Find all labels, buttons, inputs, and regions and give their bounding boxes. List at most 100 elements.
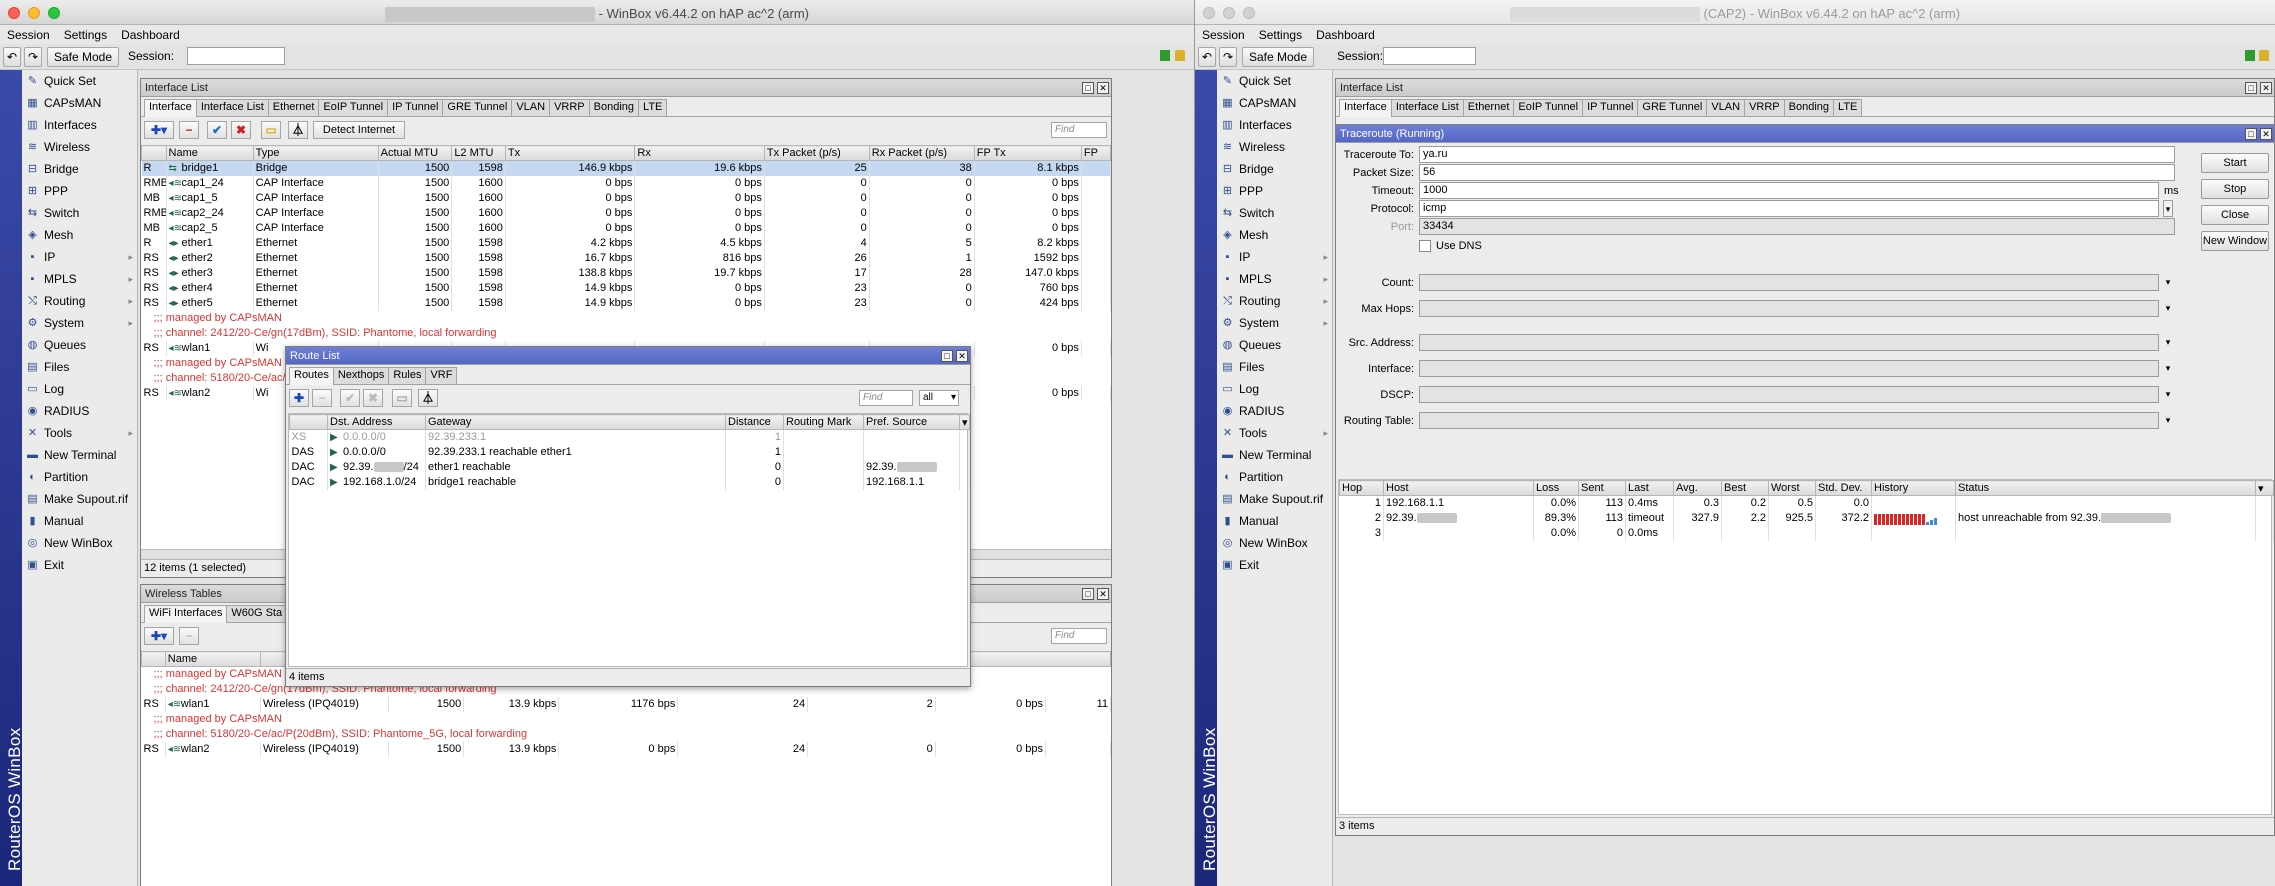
redo-icon[interactable]: ↷ [24, 47, 42, 67]
tab-routes[interactable]: Routes [289, 367, 334, 385]
sidebar-item-wireless[interactable]: ≋ Wireless [1217, 136, 1332, 158]
remove-button[interactable]: − [179, 627, 199, 645]
tab-vrf[interactable]: VRF [425, 367, 458, 384]
column-header[interactable]: Loss [1533, 480, 1579, 496]
sidebar-item-capsman[interactable]: ▦ CAPsMAN [22, 92, 137, 114]
sidebar-item-make-supout-rif[interactable]: ▤ Make Supout.rif [1217, 488, 1332, 510]
maximize-icon[interactable]: □ [1082, 82, 1094, 94]
tab-bonding[interactable]: Bonding [1783, 99, 1835, 116]
tab-interface-list[interactable]: Interface List [195, 99, 269, 116]
find-input[interactable]: Find [1051, 628, 1107, 644]
sidebar-item-quick-set[interactable]: ✎ Quick Set [1217, 70, 1332, 92]
detect-internet-button[interactable]: Detect Internet [313, 121, 405, 139]
sidebar-item-mesh[interactable]: ◈ Mesh [1217, 224, 1332, 246]
filter-icon[interactable]: ⏃ [288, 121, 308, 139]
column-menu-icon[interactable]: ▾ [2255, 480, 2274, 496]
column-header[interactable]: Name [164, 651, 261, 667]
sidebar-item-tools[interactable]: ✕ Tools ▸ [22, 422, 137, 444]
chevron-down-icon[interactable]: ▾ [2163, 200, 2173, 217]
column-header[interactable] [141, 651, 166, 667]
sidebar-item-routing[interactable]: ⤭ Routing ▸ [22, 290, 137, 312]
column-header[interactable]: Host [1383, 480, 1534, 496]
menu-dashboard[interactable]: Dashboard [114, 25, 187, 42]
table-row[interactable]: RS ◂▸ ether4 Ethernet 1500 1598 14.9 kbps 0 bps… [141, 280, 1112, 296]
field-input[interactable]: 33434 [1419, 218, 2175, 235]
tab-nexthops[interactable]: Nexthops [332, 367, 390, 384]
sidebar-item-manual[interactable]: ▮ Manual [1217, 510, 1332, 532]
tab-gre-tunnel[interactable]: GRE Tunnel [442, 99, 513, 116]
remove-button[interactable]: − [179, 121, 199, 139]
route-row[interactable]: DAC▶92.39../24ether1 reachable092.39.. [289, 459, 970, 475]
close-icon[interactable]: ✕ [956, 350, 968, 362]
sidebar-item-new-winbox[interactable]: ◎ New WinBox [22, 532, 137, 554]
maximize-icon[interactable]: □ [2245, 82, 2257, 94]
menu-dashboard[interactable]: Dashboard [1309, 25, 1382, 42]
session-field[interactable] [1383, 47, 1476, 65]
field-input[interactable] [1419, 360, 2159, 377]
disable-icon[interactable]: ✖ [363, 389, 383, 407]
hop-row[interactable]: 292.39..89.3%113timeout327.92.2925.5372.… [1339, 510, 2274, 526]
table-row[interactable]: MB ◂≋cap2_5 CAP Interface 1500 1600 0 bps 0 bp… [141, 220, 1112, 236]
tab-vrrp[interactable]: VRRP [549, 99, 590, 116]
column-header[interactable]: Distance [725, 414, 784, 430]
new-window-button[interactable]: New Window [2201, 231, 2269, 251]
safe-mode-button[interactable]: Safe Mode [47, 47, 119, 67]
column-header[interactable]: Rx [634, 145, 765, 161]
chevron-down-icon[interactable]: ▾ [2163, 274, 2173, 291]
column-header[interactable]: Tx Packet (p/s) [763, 145, 870, 161]
sidebar-item-quick-set[interactable]: ✎ Quick Set [22, 70, 137, 92]
add-icon[interactable]: ✚ [289, 389, 309, 407]
column-header[interactable] [289, 414, 328, 430]
sidebar-item-capsman[interactable]: ▦ CAPsMAN [1217, 92, 1332, 114]
comment-icon[interactable]: ▭ [392, 389, 412, 407]
maximize-icon[interactable]: □ [1082, 588, 1094, 600]
column-header[interactable]: Pref. Source [863, 414, 960, 430]
sidebar-item-make-supout-rif[interactable]: ▤ Make Supout.rif [22, 488, 137, 510]
redo-icon[interactable]: ↷ [1219, 47, 1237, 67]
add-button[interactable]: ✚▾ [144, 121, 174, 139]
sidebar-item-queues[interactable]: ◍ Queues [22, 334, 137, 356]
hop-row[interactable]: 1 192.168.1.1 0.0% 113 0.4ms 0.3 0.2 0.5 0.0 [1339, 495, 2274, 511]
sidebar-item-ip[interactable]: ▪ IP ▸ [22, 246, 137, 268]
sidebar-item-ppp[interactable]: ⊞ PPP [22, 180, 137, 202]
column-header[interactable]: Gateway [425, 414, 726, 430]
field-input[interactable] [1419, 386, 2159, 403]
session-field[interactable] [187, 47, 285, 65]
sidebar-item-wireless[interactable]: ≋ Wireless [22, 136, 137, 158]
column-header[interactable] [141, 145, 167, 161]
column-header[interactable]: Last [1625, 480, 1674, 496]
tab-bonding[interactable]: Bonding [588, 99, 640, 116]
field-input[interactable] [1419, 274, 2159, 291]
sidebar-item-bridge[interactable]: ⊟ Bridge [1217, 158, 1332, 180]
sidebar-item-files[interactable]: ▤ Files [1217, 356, 1332, 378]
comment-button[interactable]: ▭ [261, 121, 281, 139]
field-input[interactable] [1419, 412, 2159, 429]
close-icon[interactable]: ✕ [1097, 588, 1109, 600]
sidebar-item-tools[interactable]: ✕ Tools ▸ [1217, 422, 1332, 444]
tab-interface-list[interactable]: Interface List [1390, 99, 1464, 116]
chevron-down-icon[interactable]: ▾ [2163, 300, 2173, 317]
chevron-down-icon[interactable]: ▾ [2163, 386, 2173, 403]
tab-lte[interactable]: LTE [638, 99, 668, 116]
table-row[interactable]: R ◂▸ ether1 Ethernet 1500 1598 4.2 kbps 4.5 kbp… [141, 235, 1112, 251]
chevron-down-icon[interactable]: ▾ [2163, 334, 2173, 351]
sidebar-item-mpls[interactable]: ▪ MPLS ▸ [1217, 268, 1332, 290]
tab-vlan[interactable]: VLAN [1706, 99, 1746, 116]
tab-rules[interactable]: Rules [388, 367, 427, 384]
add-button[interactable]: ✚▾ [144, 627, 174, 645]
route-row[interactable]: DAC ▶ 192.168.1.0/24 bridge1 reachable 0 192.… [289, 474, 970, 490]
undo-icon[interactable]: ↶ [1198, 47, 1216, 67]
close-icon[interactable]: ✕ [2260, 82, 2272, 94]
table-row[interactable]: RS ◂≋wlan1 Wireless (IPQ4019) 1500 13.9 kbps… [141, 696, 1111, 712]
column-header[interactable]: Tx [504, 145, 636, 161]
tab-eoip-tunnel[interactable]: EoIP Tunnel [318, 99, 389, 116]
route-filter-select[interactable]: all ▾ [919, 390, 959, 406]
column-header[interactable]: Std. Dev. [1815, 480, 1872, 496]
tab-lte[interactable]: LTE [1833, 99, 1863, 116]
table-row[interactable]: R ⇆ bridge1 Bridge 1500 1598 146.9 kbps 19.6 kb… [141, 160, 1112, 176]
close-icon[interactable]: ✕ [1097, 82, 1109, 94]
sidebar-item-queues[interactable]: ◍ Queues [1217, 334, 1332, 356]
field-input[interactable]: 56 [1419, 164, 2175, 181]
column-header[interactable]: Name [165, 145, 254, 161]
chevron-down-icon[interactable]: ▾ [2163, 412, 2173, 429]
